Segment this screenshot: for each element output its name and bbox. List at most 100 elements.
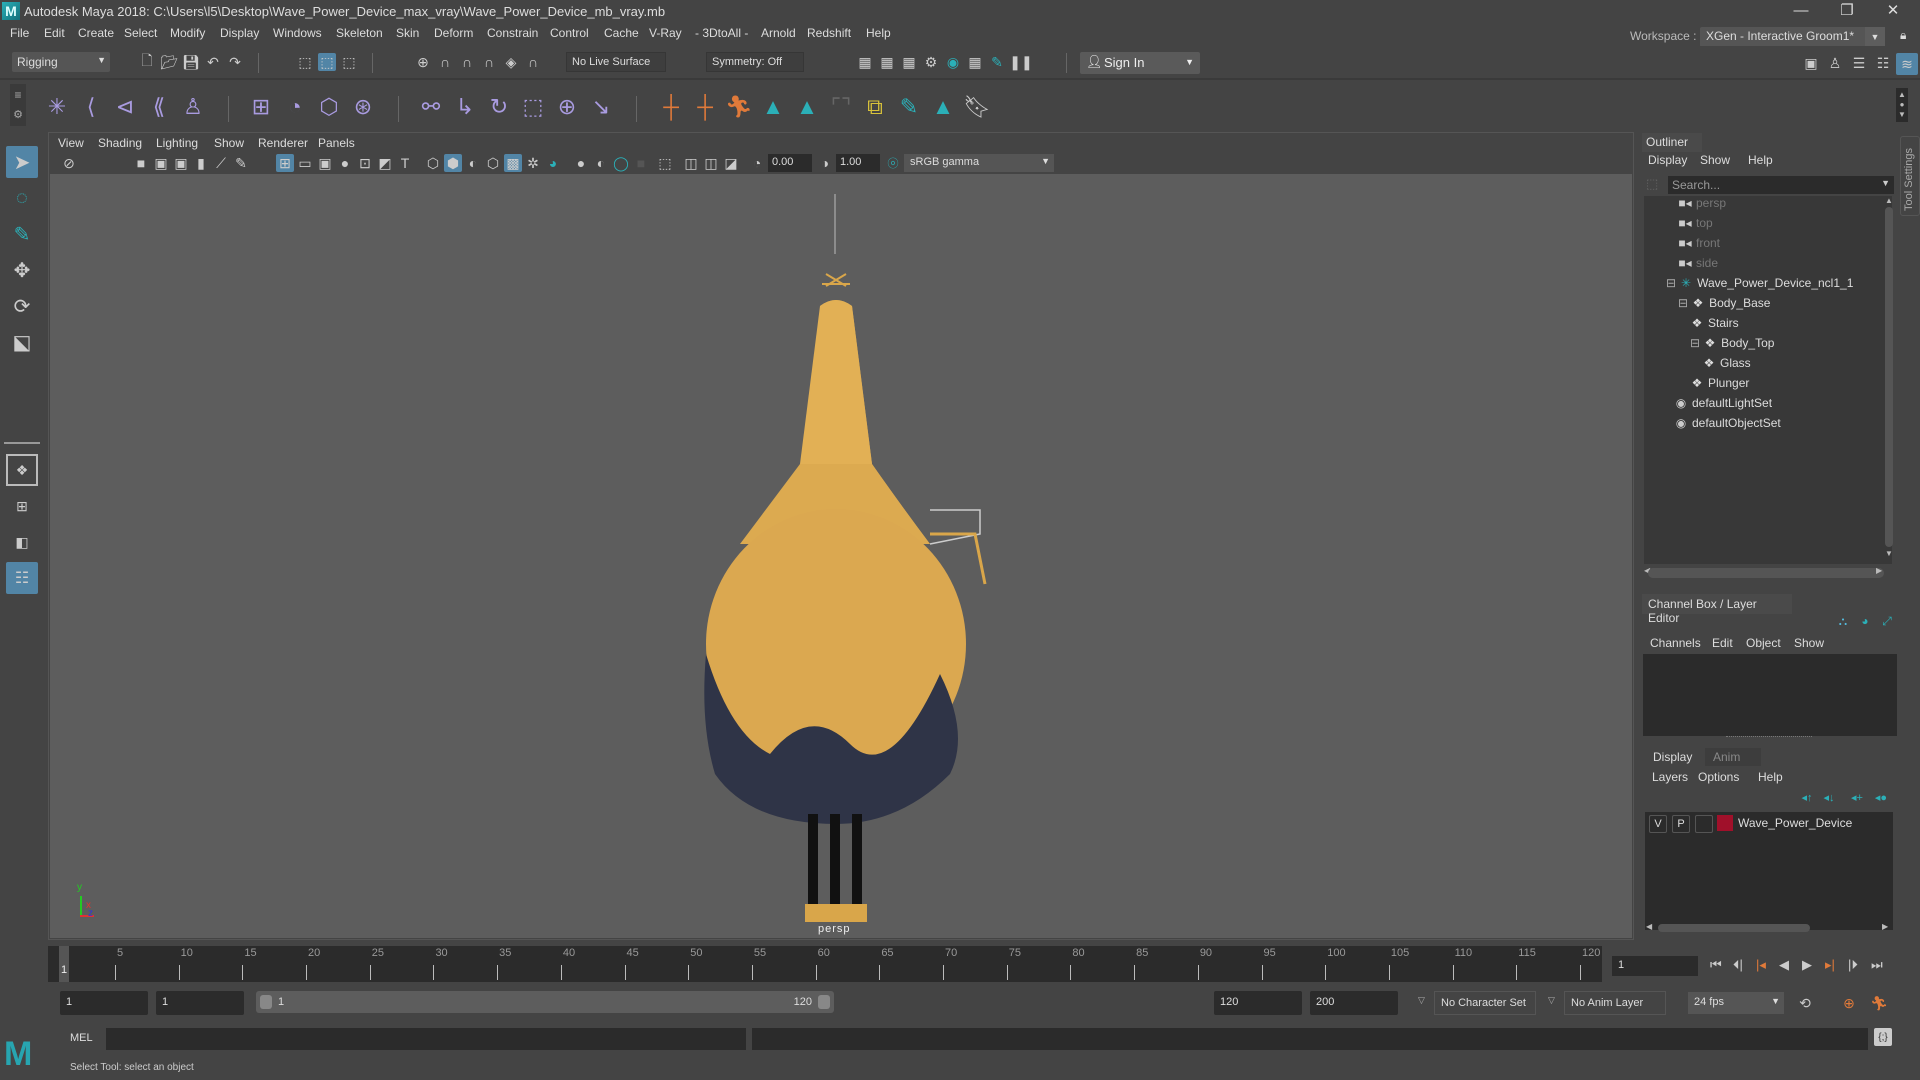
channel-box-menu-channels[interactable]: Channels [1650, 636, 1701, 650]
menu-file[interactable]: File [10, 26, 29, 40]
tab-display[interactable]: Display [1645, 748, 1701, 766]
depth-of-field-icon[interactable]: ■ [632, 154, 650, 172]
render-view-icon[interactable]: ▦ [856, 53, 874, 71]
outliner-item[interactable]: ❖ Stairs [1690, 316, 1739, 336]
outliner-menu-help[interactable]: Help [1748, 153, 1773, 167]
modeling-toolkit-icon[interactable]: ▣ [1802, 54, 1820, 72]
color-space-dropdown[interactable]: sRGB gamma ▼ [904, 154, 1054, 172]
snap-view-plane-icon[interactable]: ∩ [480, 53, 498, 71]
field-chart-icon[interactable]: ⊡ [356, 154, 374, 172]
3dtoall-icon-3[interactable]: ▲ [928, 92, 958, 122]
render-settings-icon[interactable]: ⚙ [922, 53, 940, 71]
play-forwards-icon[interactable]: ▶ [1802, 957, 1812, 973]
orient-constraint-icon[interactable]: ↻ [484, 92, 514, 122]
parent-constraint-icon[interactable]: ⚯ [416, 92, 446, 122]
select-object-icon[interactable]: ⬚ [318, 53, 336, 71]
grid-icon[interactable]: ⊞ [276, 154, 294, 172]
safe-title-icon[interactable]: T [396, 154, 414, 172]
scroll-down-icon[interactable]: ▼ [1884, 549, 1894, 558]
menuset-dropdown[interactable]: Rigging ▼ [12, 52, 110, 72]
paint-select-icon[interactable]: ✎ [894, 92, 924, 122]
smooth-shade-icon[interactable]: ⬢ [444, 154, 462, 172]
isolate-select-icon[interactable]: ⬚ [656, 154, 674, 172]
outliner-item[interactable]: ■◂ persp [1678, 196, 1726, 216]
menu-3dtoall[interactable]: - 3DtoAll - [695, 26, 748, 40]
xray-components-icon[interactable]: ◪ [722, 154, 740, 172]
channel-box-menu-edit[interactable]: Edit [1712, 636, 1733, 650]
viewport-menu-lighting[interactable]: Lighting [156, 136, 198, 150]
range-end-handle[interactable] [818, 995, 830, 1009]
scroll-up-icon[interactable]: ▲ [1884, 196, 1894, 205]
hypershade-icon[interactable]: ◉ [944, 53, 962, 71]
menu-redshift[interactable]: Redshift [807, 26, 851, 40]
character-set-dropdown[interactable]: No Character Set [1434, 991, 1536, 1015]
screen-space-ao-icon[interactable]: ● [572, 154, 590, 172]
outliner-tab[interactable]: Outliner [1642, 133, 1702, 152]
menu-arnold[interactable]: Arnold [761, 26, 796, 40]
layer-editor-menu-options[interactable]: Options [1698, 770, 1739, 784]
outliner-filter-icon[interactable]: ⬚ [1646, 176, 1658, 192]
lattice-icon[interactable]: ⬡ [314, 92, 344, 122]
go-to-end-icon[interactable]: ⏭ [1871, 957, 1883, 973]
viewport-canvas[interactable]: y x z [50, 174, 1632, 938]
animation-end-field[interactable]: 200 [1310, 991, 1398, 1015]
3dtoall-icon[interactable]: ▲ [758, 92, 788, 122]
wireframe-icon[interactable]: ⬡ [424, 154, 442, 172]
anti-aliasing-icon[interactable]: ◯ [612, 154, 630, 172]
layer-playback-toggle[interactable]: P [1672, 815, 1690, 833]
collapse-icon[interactable]: ⊟ [1690, 336, 1700, 350]
attribute-editor-icon[interactable]: ☰ [1850, 54, 1868, 72]
3dtoall-icon-2[interactable]: ▲ [792, 92, 822, 122]
live-surface-field[interactable]: No Live Surface [566, 52, 666, 72]
step-forward-frame-icon[interactable]: |⏵︎ [1848, 957, 1858, 973]
animation-preferences-icon[interactable]: 🏃︎ [1870, 994, 1888, 1012]
move-tool-icon[interactable]: ✥ [6, 254, 38, 286]
humanik-icon[interactable]: ♙ [178, 92, 208, 122]
layer-visibility-toggle[interactable]: V [1649, 815, 1667, 833]
humanik-panel-icon[interactable]: ♙ [1826, 54, 1844, 72]
outliner-menu-show[interactable]: Show [1700, 153, 1730, 167]
collapse-icon[interactable]: ⊟ [1678, 296, 1688, 310]
menu-create[interactable]: Create [78, 26, 114, 40]
menu-cache[interactable]: Cache [604, 26, 639, 40]
channel-box-transform-icon[interactable]: ⛬ [1834, 612, 1852, 630]
point-constraint-icon[interactable]: ↳ [450, 92, 480, 122]
layer-row[interactable]: V P Wave_Power_Device [1645, 812, 1893, 834]
range-start-handle[interactable] [260, 995, 272, 1009]
time-slider[interactable]: 1 5 10 15 20 25 30 35 40 45 50 55 60 65 70 75 80 85 90 95 10… [48, 946, 1602, 982]
menu-deform[interactable]: Deform [434, 26, 473, 40]
auto-key-icon[interactable]: ⊕ [1840, 994, 1858, 1012]
empty-shelf-slot[interactable]: ⌜⌝ [826, 92, 856, 122]
restore-button[interactable]: ❐ [1824, 0, 1870, 22]
character-set-icon[interactable]: 🏃︎ [724, 92, 754, 122]
pole-vector-icon[interactable]: ↘ [586, 92, 616, 122]
select-hierarchy-icon[interactable]: ⬚ [296, 53, 314, 71]
channel-box-sync-icon[interactable]: ◕ [1856, 612, 1874, 630]
safe-action-icon[interactable]: ◩ [376, 154, 394, 172]
go-to-start-icon[interactable]: ⏮ [1710, 957, 1722, 973]
menu-skeleton[interactable]: Skeleton [336, 26, 383, 40]
paint-select-tool-icon[interactable]: ✎ [6, 218, 38, 250]
viewport-menu-shading[interactable]: Shading [98, 136, 142, 150]
ik-handle-icon[interactable]: ⟨ [76, 92, 106, 122]
layer-color-swatch[interactable] [1717, 815, 1733, 831]
rename-icon[interactable]: ⧉ [860, 92, 890, 122]
channel-box-menu-object[interactable]: Object [1746, 636, 1781, 650]
gamma-field[interactable]: 1.00 [836, 154, 880, 172]
outliner-item[interactable]: ❖ Plunger [1690, 376, 1750, 396]
outliner-item[interactable]: ⊟ ✳ Wave_Power_Device_ncl1_1 [1666, 276, 1853, 296]
menu-control[interactable]: Control [550, 26, 589, 40]
viewport-menu-show[interactable]: Show [214, 136, 244, 150]
2d-pan-zoom-icon[interactable]: ⟋ [212, 154, 230, 172]
redo-icon[interactable]: ↷ [226, 53, 244, 71]
panel-splitter[interactable] [1726, 736, 1812, 737]
default-material-icon[interactable]: ◐ [464, 154, 482, 172]
save-scene-icon[interactable]: 💾︎ [182, 53, 200, 71]
single-perspective-layout-icon[interactable]: ❖ [6, 454, 38, 486]
chevron-down-icon[interactable]: ▽ [1418, 995, 1425, 1006]
resolution-gate-icon[interactable]: ▣ [316, 154, 334, 172]
layer-editor-menu-layers[interactable]: Layers [1652, 770, 1688, 784]
menu-v-ray[interactable]: V-Ray [649, 26, 682, 40]
shadows-icon[interactable]: ◕ [544, 154, 562, 172]
select-tool-icon[interactable]: ➤ [6, 146, 38, 178]
